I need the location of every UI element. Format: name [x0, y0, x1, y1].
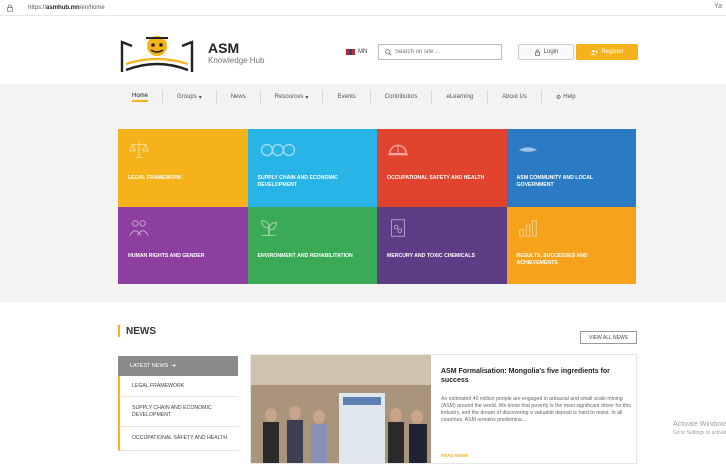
tile-supply-chain[interactable]: SUPPLY CHAIN AND ECONOMIC DEVELOPMENT: [247, 129, 377, 207]
news-category-supply-chain[interactable]: SUPPLY CHAIN AND ECONOMIC DEVELOPMENT: [118, 397, 238, 427]
register-button[interactable]: Register: [576, 44, 638, 60]
caret-down-icon: ▾: [305, 94, 309, 101]
news-photo: [251, 355, 431, 463]
lock-icon: [7, 4, 13, 12]
nav-item-elearning[interactable]: eLearning: [432, 90, 489, 104]
gear-icon: ⚙: [555, 94, 562, 101]
caret-down-icon: ▾: [198, 94, 202, 101]
language-switch[interactable]: MN: [346, 49, 367, 55]
nav-item-events[interactable]: Events: [323, 90, 371, 104]
scales-icon: [129, 141, 149, 158]
news-category-list: LATEST NEWS ➔ LEGAL FRAMEWORK SUPPLY CHA…: [118, 356, 238, 451]
news-category-legal-framework[interactable]: LEGAL FRAMEWORK: [118, 376, 238, 397]
topic-tiles: LEGAL FRAMEWORK SUPPLY CHAIN AND ECONOMI…: [118, 129, 636, 284]
featured-news-card[interactable]: ASM Formalisation: Mongolia's five ingre…: [250, 354, 637, 464]
asm-logo-icon[interactable]: [118, 32, 196, 76]
news-excerpt: An estimated 40 million people are engag…: [441, 396, 631, 423]
brand-subtitle: Knowledge Hub: [208, 56, 265, 65]
chain-icon: [260, 143, 295, 157]
search-input[interactable]: [395, 49, 495, 55]
community-icon: [518, 147, 537, 152]
brand-name: ASM: [208, 40, 240, 56]
browser-corner-text: Ya: [713, 3, 722, 10]
main-nav: Home Groups ▾ News Resources ▾ Events Cont…: [118, 88, 590, 106]
tile-mercury[interactable]: MERCURY AND TOXIC CHEMICALS: [377, 207, 507, 284]
search-box[interactable]: [378, 44, 502, 60]
tile-legal-framework[interactable]: LEGAL FRAMEWORK: [118, 129, 248, 207]
news-category-occupational-safety[interactable]: OCCUPATIONAL SAFETY AND HEALTH: [118, 427, 238, 451]
nav-item-resources[interactable]: Resources ▾: [261, 90, 324, 104]
read-more-link[interactable]: READ MORE: [441, 453, 469, 458]
url-text: https://asmhub.mn/en/home: [28, 4, 105, 11]
lock-icon: [534, 49, 540, 56]
news-title[interactable]: ASM Formalisation: Mongolia's five ingre…: [441, 367, 626, 385]
site-header: ASM Knowledge Hub MN Login Register: [118, 24, 638, 84]
nav-item-news[interactable]: News: [217, 90, 261, 104]
helmet-icon: [387, 144, 409, 156]
latest-news-tab[interactable]: LATEST NEWS ➔: [118, 356, 238, 376]
arrow-right-icon: ➔: [171, 363, 176, 369]
tile-occupational-safety[interactable]: OCCUPATIONAL SAFETY AND HEALTH: [377, 129, 507, 207]
nav-item-help[interactable]: ⚙ Help: [542, 90, 590, 104]
plant-icon: [260, 220, 277, 236]
view-all-news-button[interactable]: VIEW ALL NEWS: [580, 331, 637, 344]
people-icon: [129, 220, 149, 236]
nav-item-about[interactable]: About Us: [488, 90, 542, 104]
nav-item-home[interactable]: Home: [118, 90, 164, 104]
nav-band: Home Groups ▾ News Resources ▾ Events Cont…: [0, 84, 726, 302]
address-bar[interactable]: https://asmhub.mn/en/home Ya: [0, 0, 726, 16]
tile-environment[interactable]: ENVIRONMENT AND REHABILITATION: [247, 207, 377, 284]
tile-asm-community[interactable]: ASM COMMUNITY AND LOCAL GOVERNMENT: [506, 129, 636, 207]
tile-results[interactable]: RESULTS, SUCCESSES AND ACHIEVEMENTS: [506, 207, 636, 284]
search-icon: [385, 48, 392, 56]
login-button[interactable]: Login: [518, 44, 574, 60]
group-photo-image: [251, 355, 431, 463]
windows-activation-watermark: Activate Windows Go to Settings to activ…: [673, 421, 726, 436]
heading-accent-bar: [118, 325, 120, 337]
tile-human-rights[interactable]: HUMAN RIGHTS AND GENDER: [118, 207, 248, 284]
add-user-icon: [590, 49, 599, 55]
nav-item-groups[interactable]: Groups ▾: [163, 90, 217, 104]
mongolia-flag-icon: [346, 49, 355, 55]
chart-icon: [518, 220, 537, 237]
nav-item-contributors[interactable]: Contributors: [371, 90, 433, 104]
news-heading: NEWS: [118, 325, 156, 337]
chemicals-icon: [391, 219, 405, 237]
